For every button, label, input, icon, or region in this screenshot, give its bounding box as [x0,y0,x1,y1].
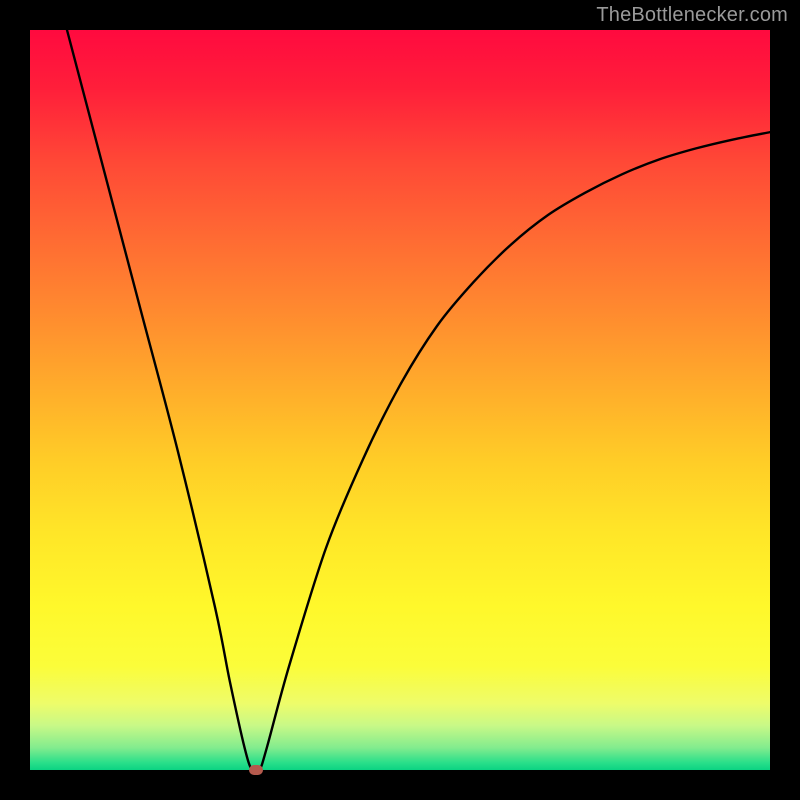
plot-area [30,30,770,770]
curve-svg [30,30,770,770]
watermark-label: TheBottlenecker.com [596,4,788,27]
chart-frame: TheBottlenecker.com [0,0,800,800]
bottleneck-curve [67,30,770,773]
optimum-marker [249,765,263,775]
